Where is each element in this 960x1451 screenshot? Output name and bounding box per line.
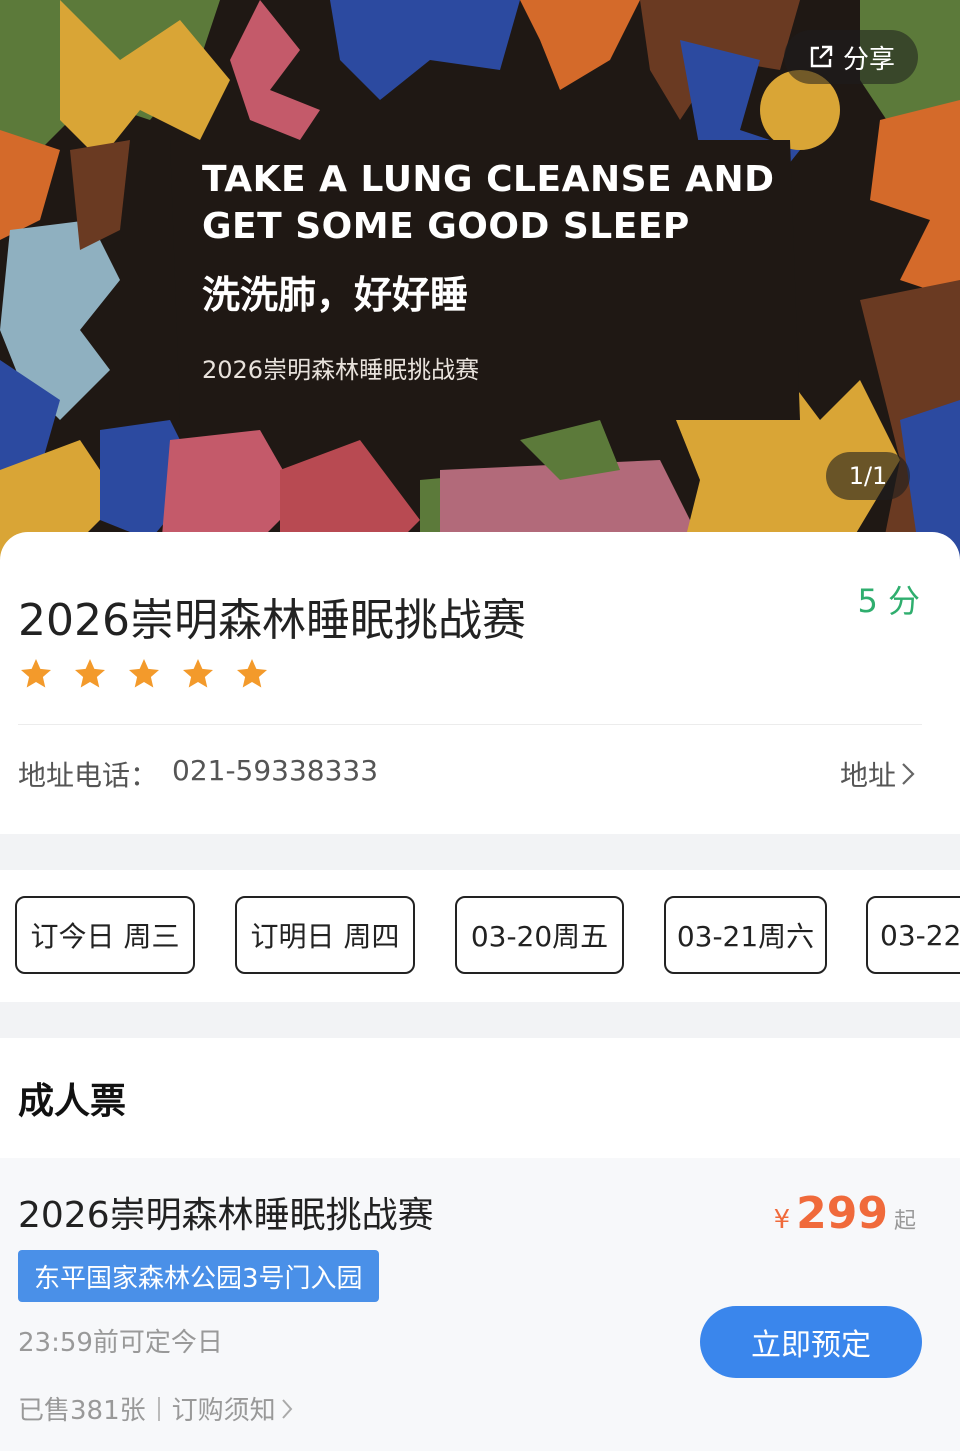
sold-count: 已售381张 [18, 1396, 146, 1426]
address-link-label: 地址 [839, 759, 896, 792]
ticket-footer: 已售381张 订购须知 [18, 1390, 294, 1427]
entry-gate-tag: 东平国家森林公园3号门入园 [18, 1250, 379, 1302]
booking-notice-link[interactable]: 订购须知 [172, 1390, 294, 1427]
rating-score: 5 分 [857, 582, 920, 620]
star-icon [237, 659, 267, 688]
ticket-section-header: 成人票 [0, 1038, 960, 1156]
star-icon [129, 659, 159, 688]
star-icon [75, 659, 105, 688]
currency-symbol: ¥ [773, 1205, 791, 1235]
date-chip-0320[interactable]: 03-20周五 [455, 896, 624, 974]
price-suffix: 起 [893, 1209, 916, 1234]
book-now-button[interactable]: 立即预定 [700, 1306, 922, 1378]
date-chip-0321[interactable]: 03-21周六 [664, 896, 827, 974]
banner-artwork [0, 0, 960, 560]
section-separator [0, 1002, 960, 1038]
price-value: 299 [796, 1188, 888, 1239]
section-separator [0, 834, 960, 870]
address-link[interactable]: 地址 [840, 754, 916, 794]
event-title: 2026崇明森林睡眠挑战赛 [18, 595, 526, 646]
image-counter: 1/1 [826, 452, 910, 500]
share-label: 分享 [842, 44, 895, 75]
headline-line-1: TAKE A LUNG CLEANSE AND [202, 159, 775, 200]
date-chip-today[interactable]: 订今日 周三 [15, 896, 195, 974]
booking-notice-label: 订购须知 [171, 1396, 276, 1426]
ticket-section-title: 成人票 [18, 1081, 127, 1122]
share-button[interactable]: 分享 [784, 30, 918, 84]
separator-bar [157, 1396, 160, 1421]
date-chip-tomorrow[interactable]: 订明日 周四 [235, 896, 415, 974]
booking-deadline: 23:59前可定今日 [18, 1328, 223, 1358]
event-info-card: 2026崇明森林睡眠挑战赛 5 分 地址电话： 021-59338333 地址 [0, 532, 960, 834]
ticket-price: ¥ 299 起 [774, 1188, 916, 1239]
date-selector: 订今日 周三 订明日 周四 03-20周五 03-21周六 03-22 [0, 870, 960, 1002]
ticket-item[interactable]: 2026崇明森林睡眠挑战赛 ¥ 299 起 东平国家森林公园3号门入园 23:5… [0, 1158, 960, 1451]
headline-line-2: GET SOME GOOD SLEEP [202, 206, 690, 247]
chevron-right-icon [281, 1398, 292, 1419]
divider [18, 724, 922, 725]
share-icon [810, 45, 833, 68]
star-icon [183, 659, 213, 688]
phone-number[interactable]: 021-59338333 [172, 754, 378, 787]
date-chip-0322[interactable]: 03-22 [866, 896, 960, 974]
hero-banner: 分享 TAKE A LUNG CLEANSE AND GET SOME GOOD… [0, 0, 960, 560]
banner-subtitle: 2026崇明森林睡眠挑战赛 [202, 356, 480, 384]
banner-headline: TAKE A LUNG CLEANSE AND GET SOME GOOD SL… [202, 156, 775, 250]
chevron-right-icon [902, 763, 915, 785]
address-phone-label: 地址电话： [18, 759, 159, 792]
banner-headline-cn: 洗洗肺，好好睡 [202, 273, 469, 317]
ticket-name: 2026崇明森林睡眠挑战赛 [18, 1195, 434, 1236]
star-rating [18, 656, 270, 692]
star-icon [21, 659, 51, 688]
